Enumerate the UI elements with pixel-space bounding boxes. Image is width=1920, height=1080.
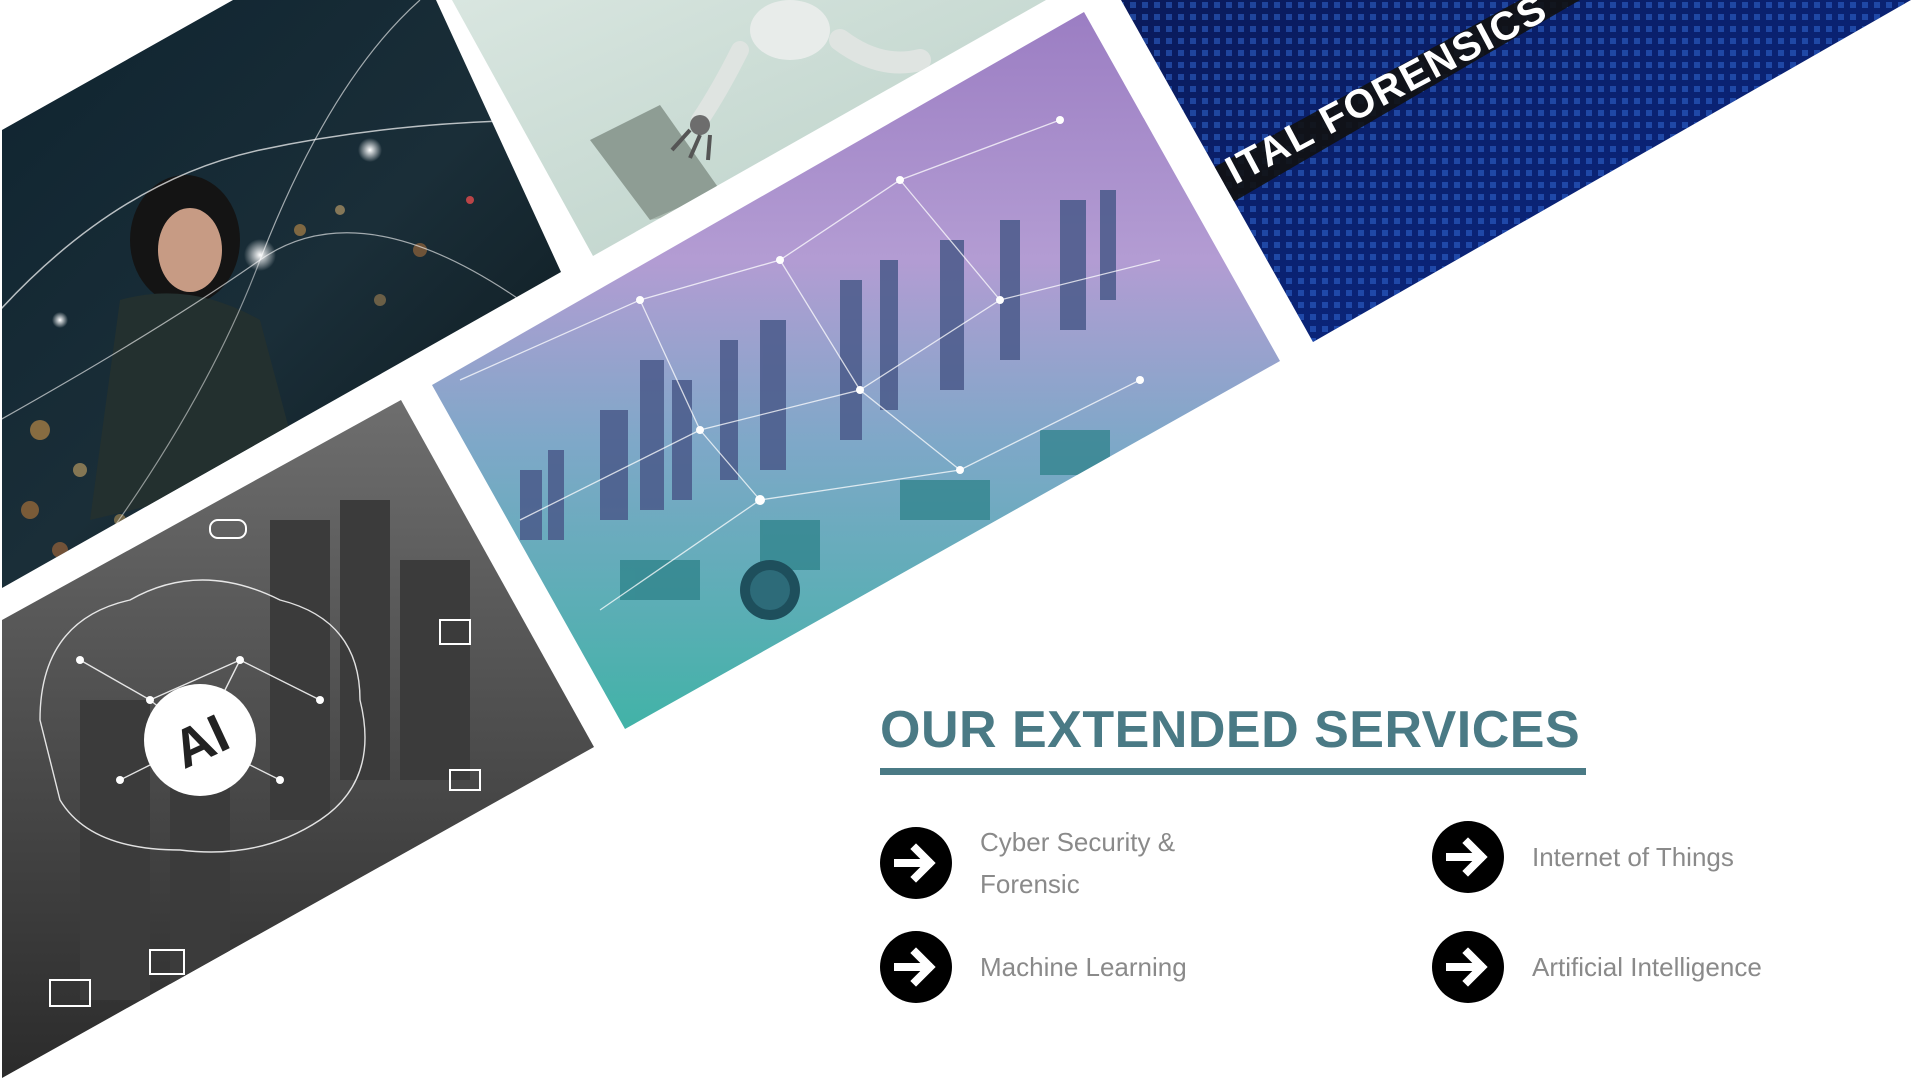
service-label-line2: Forensic — [980, 869, 1080, 899]
service-label[interactable]: Artificial Intelligence — [1532, 946, 1762, 988]
slide-page: ITAL FORENSICS AI OUR EXTENDED SERVICES … — [0, 0, 1920, 1080]
service-label[interactable]: Cyber Security & Forensic — [980, 821, 1175, 905]
service-cyber-security[interactable]: Cyber Security & Forensic — [880, 821, 1175, 905]
service-artificial-intelligence[interactable]: Artificial Intelligence — [1432, 931, 1762, 1003]
service-label-line1: Machine Learning — [980, 952, 1187, 982]
title-underline — [880, 768, 1586, 775]
arrow-right-circle-icon[interactable] — [880, 931, 952, 1003]
service-label-line1: Cyber Security & — [980, 827, 1176, 857]
service-label-line1: Artificial Intelligence — [1532, 952, 1762, 982]
service-internet-of-things[interactable]: Internet of Things — [1432, 821, 1734, 893]
service-label[interactable]: Internet of Things — [1532, 836, 1734, 878]
arrow-right-circle-icon[interactable] — [880, 827, 952, 899]
arrow-right-circle-icon[interactable] — [1432, 821, 1504, 893]
service-label[interactable]: Machine Learning — [980, 946, 1187, 988]
service-label-line1: Internet of Things — [1532, 842, 1734, 872]
arrow-right-circle-icon[interactable] — [1432, 931, 1504, 1003]
services-title: OUR EXTENDED SERVICES — [880, 701, 1581, 759]
extended-services-section: OUR EXTENDED SERVICES — [880, 698, 1820, 775]
service-machine-learning[interactable]: Machine Learning — [880, 931, 1187, 1003]
